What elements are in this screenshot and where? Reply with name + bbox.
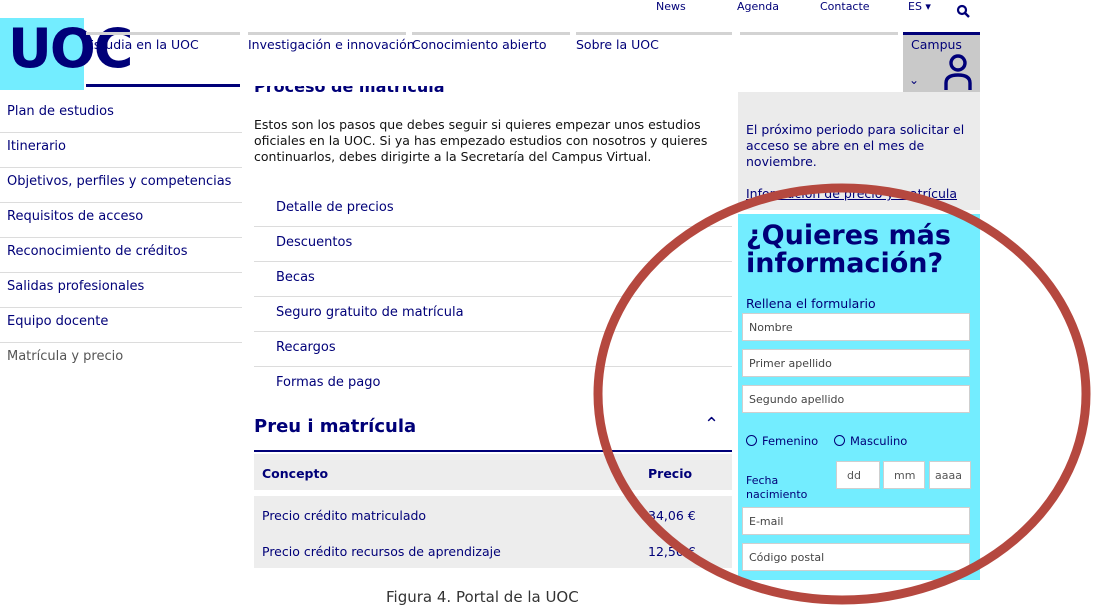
nav-label: Estudia en la UOC [86, 37, 199, 52]
section-heading-cut: Proceso de matrícula [254, 86, 714, 100]
row-concept: Precio crédito recursos de aprendizaje [262, 544, 501, 559]
nav-conocimiento[interactable]: Conocimiento abierto [412, 32, 570, 89]
menu-label: Itinerario [7, 139, 67, 154]
menu-reconocimiento[interactable]: Reconocimiento de créditos [0, 238, 242, 273]
top-link-contacte[interactable]: Contacte [820, 0, 870, 13]
menu-label: Reconocimiento de créditos [7, 244, 188, 259]
sub-item-label: Seguro gratuito de matrícula [276, 305, 464, 320]
menu-label: Equipo docente [7, 314, 109, 329]
section-title-preu[interactable]: Preu i matrícula [254, 416, 416, 437]
highlight-circle [593, 183, 1091, 605]
language-selector[interactable]: ES ▾ [908, 0, 931, 13]
row-concept: Precio crédito matriculado [262, 508, 427, 523]
menu-label: Objetivos, perfiles y competencias [7, 174, 232, 189]
heading-text: Proceso de matrícula [254, 86, 445, 96]
menu-objetivos[interactable]: Objetivos, perfiles y competencias [0, 168, 242, 203]
user-icon [944, 54, 972, 90]
header-concepto: Concepto [262, 466, 329, 481]
period-notice: El próximo periodo para solicitar el acc… [746, 122, 965, 169]
sub-item-label: Formas de pago [276, 375, 381, 390]
campus-button[interactable]: Campus ⌄ [903, 32, 980, 93]
nav-investigacion[interactable]: Investigación e innovación [248, 32, 415, 89]
nav-sobre[interactable]: Sobre la UOC [576, 32, 732, 89]
menu-label: Plan de estudios [7, 104, 114, 119]
nav-divider [86, 84, 240, 87]
menu-label: Matrícula y precio [7, 349, 124, 364]
sub-item-label: Recargos [276, 340, 336, 355]
search-icon[interactable] [956, 4, 970, 18]
nav-label: Sobre la UOC [576, 37, 659, 52]
nav-label: Conocimiento abierto [412, 37, 547, 52]
sub-item-label: Becas [276, 270, 315, 285]
campus-label: Campus [911, 37, 962, 52]
intro-paragraph: Estos son los pasos que debes seguir si … [254, 117, 708, 164]
nav-empty [740, 32, 898, 89]
nav-estudia[interactable]: Estudia en la UOC [86, 32, 240, 89]
menu-label: Requisitos de acceso [7, 209, 144, 224]
top-link-agenda[interactable]: Agenda [737, 0, 779, 13]
menu-matricula-active[interactable]: Matrícula y precio [0, 343, 242, 377]
sub-item-label: Descuentos [276, 235, 353, 250]
menu-salidas[interactable]: Salidas profesionales [0, 273, 242, 308]
nav-label: Investigación e innovación [248, 37, 415, 52]
figure-caption: Figura 4. Portal de la UOC [386, 588, 579, 606]
sub-item-label: Detalle de precios [276, 200, 394, 215]
menu-label: Salidas profesionales [7, 279, 145, 294]
chevron-down-icon: ⌄ [909, 73, 920, 87]
menu-equipo[interactable]: Equipo docente [0, 308, 242, 343]
top-link-news[interactable]: News [656, 0, 686, 13]
menu-itinerario[interactable]: Itinerario [0, 133, 242, 168]
menu-plan-estudios[interactable]: Plan de estudios [0, 98, 242, 133]
menu-requisitos[interactable]: Requisitos de acceso [0, 203, 242, 238]
